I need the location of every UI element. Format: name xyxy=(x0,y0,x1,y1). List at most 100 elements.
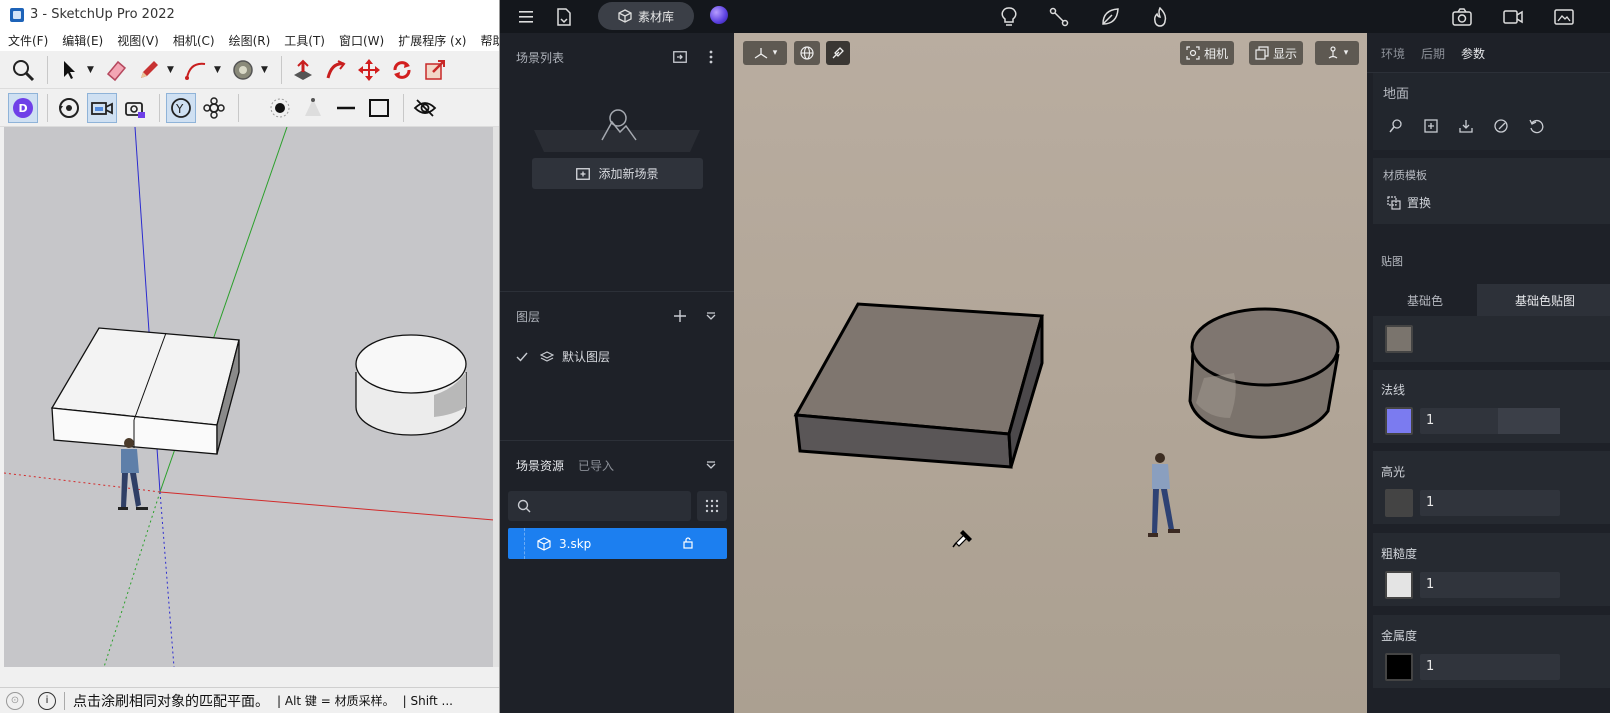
scale-icon[interactable] xyxy=(420,55,450,85)
material-palette-icon[interactable] xyxy=(1488,113,1514,139)
metallic-swatch[interactable] xyxy=(1385,653,1413,681)
roughness-swatch[interactable] xyxy=(1385,571,1413,599)
chevron-down-icon[interactable]: ▼ xyxy=(87,65,97,75)
zoom-extents-icon[interactable] xyxy=(8,55,38,85)
file-sync-icon[interactable] xyxy=(552,5,576,29)
y-axis-icon[interactable]: Y xyxy=(166,92,196,123)
strip-light-icon[interactable] xyxy=(331,93,361,123)
asset-library-button[interactable]: 素材库 xyxy=(598,2,694,30)
grid-view-button[interactable] xyxy=(697,491,727,521)
menu-extensions[interactable]: 扩展程序 (x) xyxy=(398,32,466,49)
path-node-icon[interactable] xyxy=(1047,5,1071,29)
roughness-input[interactable]: 1 xyxy=(1420,572,1560,598)
metallic-input[interactable]: 1 xyxy=(1420,654,1560,680)
normal-map-swatch[interactable] xyxy=(1385,407,1413,435)
menu-camera[interactable]: 相机(C) xyxy=(173,32,215,49)
menu-tools[interactable]: 工具(T) xyxy=(284,32,325,49)
move-icon[interactable] xyxy=(354,55,384,85)
camera-button[interactable]: 相机 xyxy=(1180,41,1235,65)
camera-add-icon[interactable] xyxy=(120,93,150,123)
globe-button[interactable] xyxy=(794,41,820,65)
tab-environment[interactable]: 环境 xyxy=(1381,45,1405,62)
human-figure-icon xyxy=(1148,453,1180,537)
panorama-icon[interactable] xyxy=(1552,5,1576,29)
layer-item-default[interactable]: 默认图层 xyxy=(516,348,610,365)
leaf-icon[interactable] xyxy=(1098,5,1122,29)
map-tabs: 基础色 基础色贴图 xyxy=(1373,284,1610,316)
video-record-icon[interactable] xyxy=(1501,5,1525,29)
rect-light-icon[interactable] xyxy=(364,93,394,123)
d5-sync-icon[interactable]: D xyxy=(8,92,38,123)
account-orb-icon[interactable] xyxy=(710,6,728,24)
orbit-icon[interactable] xyxy=(54,93,84,123)
collapse-layers-icon[interactable] xyxy=(703,308,719,324)
chevron-down-icon[interactable]: ▼ xyxy=(167,65,177,75)
sketchup-scrollbar[interactable] xyxy=(493,127,499,667)
chevron-down-icon[interactable]: ▼ xyxy=(214,65,224,75)
flower-icon[interactable] xyxy=(199,93,229,123)
point-light-icon[interactable] xyxy=(265,93,295,123)
collapse-resources-icon[interactable] xyxy=(703,457,719,473)
video-camera-icon[interactable] xyxy=(87,92,117,123)
more-options-icon[interactable] xyxy=(703,49,719,65)
sketchup-canvas[interactable] xyxy=(4,127,494,667)
material-picker-button[interactable] xyxy=(826,41,850,65)
select-arrow-icon[interactable] xyxy=(54,55,84,85)
replace-button[interactable]: 置换 xyxy=(1387,194,1431,211)
rotate-icon[interactable] xyxy=(387,55,417,85)
geo-location-icon[interactable]: ⊙ xyxy=(6,691,24,710)
material-pick-icon[interactable] xyxy=(1383,113,1409,139)
chevron-down-icon[interactable]: ▼ xyxy=(261,65,271,75)
fire-effect-icon[interactable] xyxy=(1148,5,1172,29)
cube-icon xyxy=(618,9,632,23)
menu-edit[interactable]: 编辑(E) xyxy=(62,32,103,49)
d5-left-panel: 场景列表 添加新场景 图层 默认图层 场景资源 已导入 3.skp xyxy=(500,33,734,713)
hide-eye-icon[interactable] xyxy=(410,93,440,123)
normal-label: 法线 xyxy=(1381,383,1406,397)
normal-slider[interactable] xyxy=(1498,408,1560,434)
tab-scene-resources[interactable]: 场景资源 xyxy=(516,457,564,474)
specular-input[interactable]: 1 xyxy=(1420,490,1560,516)
screenshot-camera-icon[interactable] xyxy=(1450,5,1474,29)
menu-draw[interactable]: 绘图(R) xyxy=(229,32,271,49)
tab-post[interactable]: 后期 xyxy=(1421,45,1445,62)
material-reset-icon[interactable] xyxy=(1523,113,1549,139)
hamburger-menu-icon[interactable] xyxy=(514,5,538,29)
menu-view[interactable]: 视图(V) xyxy=(117,32,159,49)
tab-parameters[interactable]: 参数 xyxy=(1461,45,1485,62)
spot-light-icon[interactable] xyxy=(298,93,328,123)
eraser-icon[interactable] xyxy=(101,55,131,85)
follow-me-icon[interactable] xyxy=(321,55,351,85)
resource-search-input[interactable] xyxy=(508,491,691,521)
info-icon[interactable]: i xyxy=(38,691,56,710)
material-add-icon[interactable] xyxy=(1418,113,1444,139)
pencil-icon[interactable] xyxy=(134,55,164,85)
resource-file-item[interactable]: 3.skp xyxy=(508,528,727,559)
menu-file[interactable]: 文件(F) xyxy=(8,32,48,49)
display-button[interactable]: 显示 xyxy=(1249,41,1304,65)
replace-icon xyxy=(1387,195,1401,210)
add-layer-icon[interactable] xyxy=(672,308,688,324)
tab-imported[interactable]: 已导入 xyxy=(578,457,614,474)
material-download-icon[interactable] xyxy=(1453,113,1479,139)
offset-circle-icon[interactable] xyxy=(228,55,258,85)
normal-strength-input[interactable]: 1 xyxy=(1420,408,1560,434)
screen: 3 - SketchUp Pro 2022 文件(F) 编辑(E) 视图(V) … xyxy=(0,0,1610,713)
add-scene-button[interactable]: 添加新场景 xyxy=(532,158,703,189)
walk-mode-button[interactable]: ▾ xyxy=(1315,41,1359,65)
arc-icon[interactable] xyxy=(181,55,211,85)
search-icon xyxy=(517,499,531,513)
default-layer-label: 默认图层 xyxy=(562,350,611,364)
menu-help[interactable]: 帮助(H) xyxy=(480,32,499,49)
axis-gizmo-button[interactable]: ▾ xyxy=(743,41,787,65)
tab-base-color-map[interactable]: 基础色贴图 xyxy=(1477,284,1610,316)
push-pull-icon[interactable] xyxy=(288,55,318,85)
menu-window[interactable]: 窗口(W) xyxy=(339,32,384,49)
lock-open-icon xyxy=(683,537,693,549)
d5-viewport[interactable]: ▾ 相机 显示 ▾ xyxy=(734,33,1367,713)
tab-base-color[interactable]: 基础色 xyxy=(1373,284,1477,316)
scene-import-icon[interactable] xyxy=(672,49,688,65)
base-color-swatch[interactable] xyxy=(1385,325,1413,353)
light-bulb-icon[interactable] xyxy=(997,5,1021,29)
specular-swatch[interactable] xyxy=(1385,489,1413,517)
